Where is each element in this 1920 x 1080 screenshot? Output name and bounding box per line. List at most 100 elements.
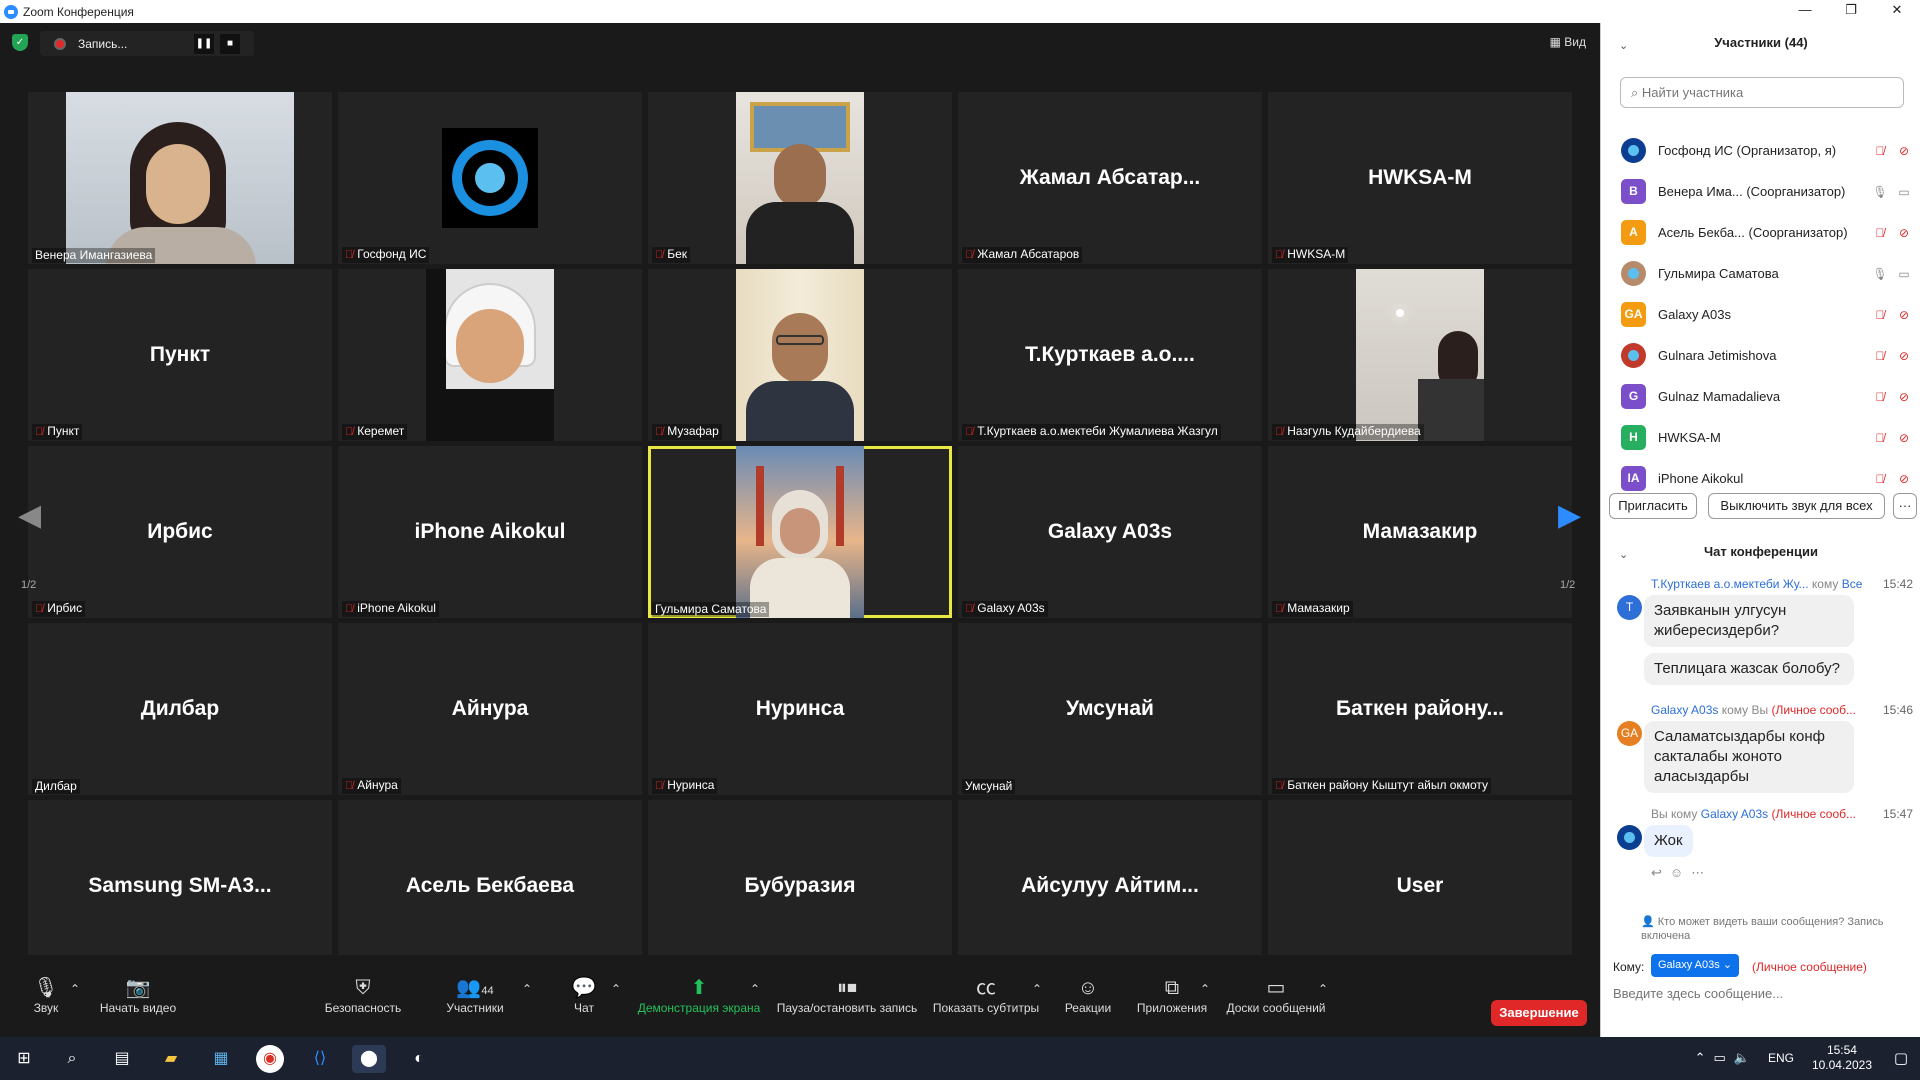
video-tile[interactable]: ДилбарДилбар <box>28 623 332 795</box>
mic-muted-icon[interactable]: 🎙̸ <box>1868 431 1892 445</box>
file-manager-app-icon[interactable]: ▤ <box>108 1045 136 1073</box>
camera-off-icon[interactable]: ⊘ <box>1892 308 1916 322</box>
mic-on-icon[interactable]: 🎙 <box>1868 267 1892 281</box>
camera-off-icon[interactable]: ⊘ <box>1892 349 1916 363</box>
windows-start-icon[interactable]: ⊞ <box>10 1045 38 1073</box>
mic-muted-icon[interactable]: 🎙̸ <box>1868 226 1892 240</box>
video-tile[interactable]: User🎙̸User <box>1268 800 1572 972</box>
more-icon[interactable]: ⋯ <box>1691 865 1712 880</box>
add-reaction-icon[interactable]: ☺ <box>1670 865 1691 880</box>
participants-button[interactable]: 👥44Участники <box>440 975 510 1015</box>
chat-recipient[interactable]: Все <box>1842 577 1863 591</box>
tray-chevron-icon[interactable]: ⌃ <box>1695 1050 1714 1065</box>
participant-row[interactable]: GAGalaxy A03s🎙̸⊘ <box>1621 294 1916 335</box>
apps-options-chevron-icon[interactable]: ⌃ <box>1200 982 1210 996</box>
taskbar-search-icon[interactable]: ⌕ <box>58 1045 86 1073</box>
participant-row[interactable]: GGulnaz Mamadalieva🎙̸⊘ <box>1621 376 1916 417</box>
chat-sender[interactable]: Т.Курткаев а.о.мектеби Жу... <box>1651 577 1809 591</box>
taskbar-clock[interactable]: 15:5410.04.2023 <box>1812 1043 1872 1073</box>
camera-off-icon[interactable]: ⊘ <box>1892 226 1916 240</box>
chat-recipient-select[interactable]: Galaxy A03s ⌄ <box>1651 954 1739 977</box>
participant-row[interactable]: HHWKSA-M🎙̸⊘ <box>1621 417 1916 458</box>
apps-button[interactable]: ⧉Приложения <box>1134 975 1210 1015</box>
close-window-button[interactable]: ✕ <box>1874 0 1920 23</box>
prev-page-icon[interactable]: ◀ <box>18 498 41 533</box>
video-tile[interactable]: Гульмира Саматова <box>648 446 952 618</box>
whiteboards-options-chevron-icon[interactable]: ⌃ <box>1318 982 1328 996</box>
camera-off-icon[interactable]: ⊘ <box>1892 144 1916 158</box>
end-meeting-button[interactable]: Завершение <box>1491 1000 1587 1026</box>
video-tile[interactable]: Айнура🎙̸Айнура <box>338 623 642 795</box>
chat-sender[interactable]: Galaxy A03s <box>1651 703 1718 717</box>
video-tile[interactable]: 🎙̸Керемет <box>338 269 642 441</box>
vscode-app-icon[interactable]: ⟨⟩ <box>306 1045 334 1073</box>
other-app-icon[interactable]: ◐ <box>405 1045 433 1073</box>
camera-off-icon[interactable]: ⊘ <box>1892 431 1916 445</box>
participant-row[interactable]: Gulnara Jetimishova🎙̸⊘ <box>1621 335 1916 376</box>
chat-sender[interactable]: Вы <box>1651 807 1668 821</box>
camera-off-icon[interactable]: ⊘ <box>1892 472 1916 486</box>
participant-row[interactable]: ВВенера Има... (Соорганизатор)🎙▭ <box>1621 171 1916 212</box>
video-tile[interactable]: Жамал Абсатар...🎙̸Жамал Абсатаров <box>958 92 1262 264</box>
participant-row[interactable]: ААсель Бекба... (Соорганизатор)🎙̸⊘ <box>1621 212 1916 253</box>
mic-on-icon[interactable]: 🎙 <box>1868 185 1892 199</box>
maximize-button[interactable]: ❐ <box>1828 0 1874 23</box>
system-tray[interactable]: ⌃▭🔈 <box>1695 1050 1758 1066</box>
video-tile[interactable]: Т.Курткаев а.о....🎙̸Т.Курткаев а.о.мекте… <box>958 269 1262 441</box>
folder-app-icon[interactable]: ▰ <box>157 1045 185 1073</box>
video-tile[interactable]: Samsung SM-A3...🎙̸Samsung SM-A315N <box>28 800 332 972</box>
stop-recording-icon[interactable]: ■ <box>220 34 240 54</box>
chat-recipient[interactable]: Galaxy A03s <box>1701 807 1768 821</box>
mic-muted-icon[interactable]: 🎙̸ <box>1868 390 1892 404</box>
video-tile[interactable]: iPhone Aikokul🎙̸iPhone Aikokul <box>338 446 642 618</box>
chat-message-input[interactable] <box>1613 986 1903 1001</box>
more-options-button[interactable]: ··· <box>1893 493 1917 519</box>
video-tile[interactable]: Galaxy A03s🎙̸Galaxy A03s <box>958 446 1262 618</box>
security-shield-icon[interactable]: ✓ <box>12 34 28 51</box>
camera-on-icon[interactable]: ▭ <box>1892 185 1916 199</box>
invite-button[interactable]: Пригласить <box>1609 493 1697 519</box>
notifications-icon[interactable]: ▢ <box>1894 1049 1908 1067</box>
captions-options-chevron-icon[interactable]: ⌃ <box>1032 982 1042 996</box>
zoom-app-icon[interactable]: ⬤ <box>352 1045 386 1073</box>
video-tile[interactable]: Пункт🎙̸Пункт <box>28 269 332 441</box>
camera-off-icon[interactable]: ⊘ <box>1892 390 1916 404</box>
audio-button[interactable]: 🎙Звук <box>24 975 68 1015</box>
view-button[interactable]: ▦ Вид <box>1550 35 1586 49</box>
participant-row[interactable]: Госфонд ИС (Организатор, я)🎙̸⊘ <box>1621 130 1916 171</box>
pause-recording-icon[interactable]: ❚❚ <box>194 34 214 54</box>
volume-icon[interactable]: 🔈 <box>1734 1050 1758 1065</box>
chrome-app-icon[interactable]: ◉ <box>256 1045 284 1073</box>
video-tile[interactable]: 🎙̸Госфонд ИС <box>338 92 642 264</box>
next-page-icon[interactable]: ▶ <box>1558 498 1581 533</box>
chat-options-chevron-icon[interactable]: ⌃ <box>611 982 621 996</box>
calculator-app-icon[interactable]: ▦ <box>207 1045 235 1073</box>
participant-search-input[interactable]: ⌕ Найти участника <box>1620 77 1904 108</box>
mute-all-button[interactable]: Выключить звук для всех <box>1708 493 1885 519</box>
captions-button[interactable]: ㏄Показать субтитры <box>932 975 1040 1015</box>
video-tile[interactable]: Айсулуу Айтим...🎙̸Айсулуу Айтимбетова <box>958 800 1262 972</box>
pause-record-button[interactable]: ⏸⏹Пауза/остановить запись <box>774 975 920 1015</box>
language-indicator[interactable]: ENG <box>1768 1051 1794 1065</box>
mic-muted-icon[interactable]: 🎙̸ <box>1868 144 1892 158</box>
video-tile[interactable]: 🎙̸Бек <box>648 92 952 264</box>
reactions-button[interactable]: ☺Реакции <box>1060 975 1116 1015</box>
mic-muted-icon[interactable]: 🎙̸ <box>1868 472 1892 486</box>
minimize-button[interactable]: — <box>1782 0 1828 23</box>
video-tile[interactable]: Баткен району...🎙̸Баткен району Кыштут а… <box>1268 623 1572 795</box>
audio-options-chevron-icon[interactable]: ⌃ <box>70 982 80 996</box>
share-options-chevron-icon[interactable]: ⌃ <box>750 982 760 996</box>
mic-muted-icon[interactable]: 🎙̸ <box>1868 349 1892 363</box>
camera-on-icon[interactable]: ▭ <box>1892 267 1916 281</box>
video-tile[interactable]: 🎙̸Музафар <box>648 269 952 441</box>
message-actions[interactable]: ↩☺⋯ <box>1651 865 1712 881</box>
whiteboards-button[interactable]: ▭Доски сообщений <box>1224 975 1328 1015</box>
reply-icon[interactable]: ↩ <box>1651 865 1670 880</box>
video-tile[interactable]: Нуринса🎙̸Нуринса <box>648 623 952 795</box>
video-tile[interactable]: Ирбис🎙̸Ирбис <box>28 446 332 618</box>
video-tile[interactable]: Бубуразия🎙̸Бубуразия <box>648 800 952 972</box>
security-button[interactable]: ⛨Безопасность <box>320 975 406 1015</box>
start-video-button[interactable]: 📷Начать видео <box>98 975 178 1015</box>
video-tile[interactable]: УмсунайУмсунай <box>958 623 1262 795</box>
video-tile[interactable]: Асель Бекбаева🎙̸Асель Бекбаева <box>338 800 642 972</box>
